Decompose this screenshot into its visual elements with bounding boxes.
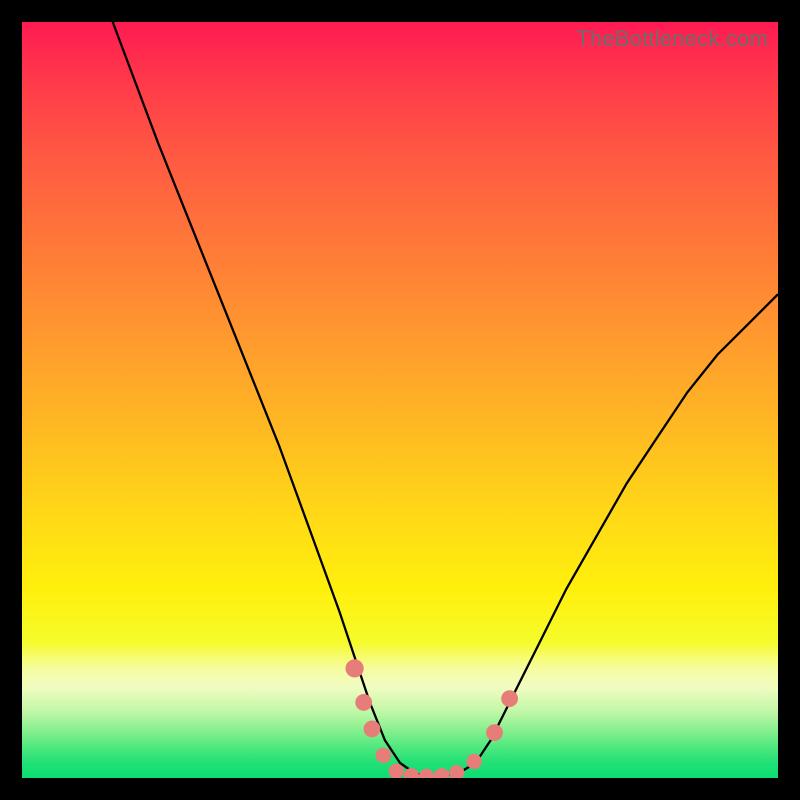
outer-frame: TheBottleneck.com <box>0 0 800 800</box>
chart-svg <box>22 22 778 778</box>
marker-dot <box>449 765 464 778</box>
marker-dot <box>355 694 372 711</box>
plot-area: TheBottleneck.com <box>22 22 778 778</box>
marker-dot <box>501 690 518 707</box>
marker-dot <box>404 768 419 778</box>
marker-dot <box>434 768 449 778</box>
marker-dot <box>364 721 381 738</box>
marker-dot <box>466 754 481 769</box>
marker-dot <box>486 724 503 741</box>
marker-dot <box>419 769 434 778</box>
marker-group <box>346 659 519 778</box>
marker-dot <box>376 748 391 763</box>
marker-dot <box>389 764 404 779</box>
curve-line <box>113 22 778 777</box>
marker-dot <box>346 659 364 677</box>
